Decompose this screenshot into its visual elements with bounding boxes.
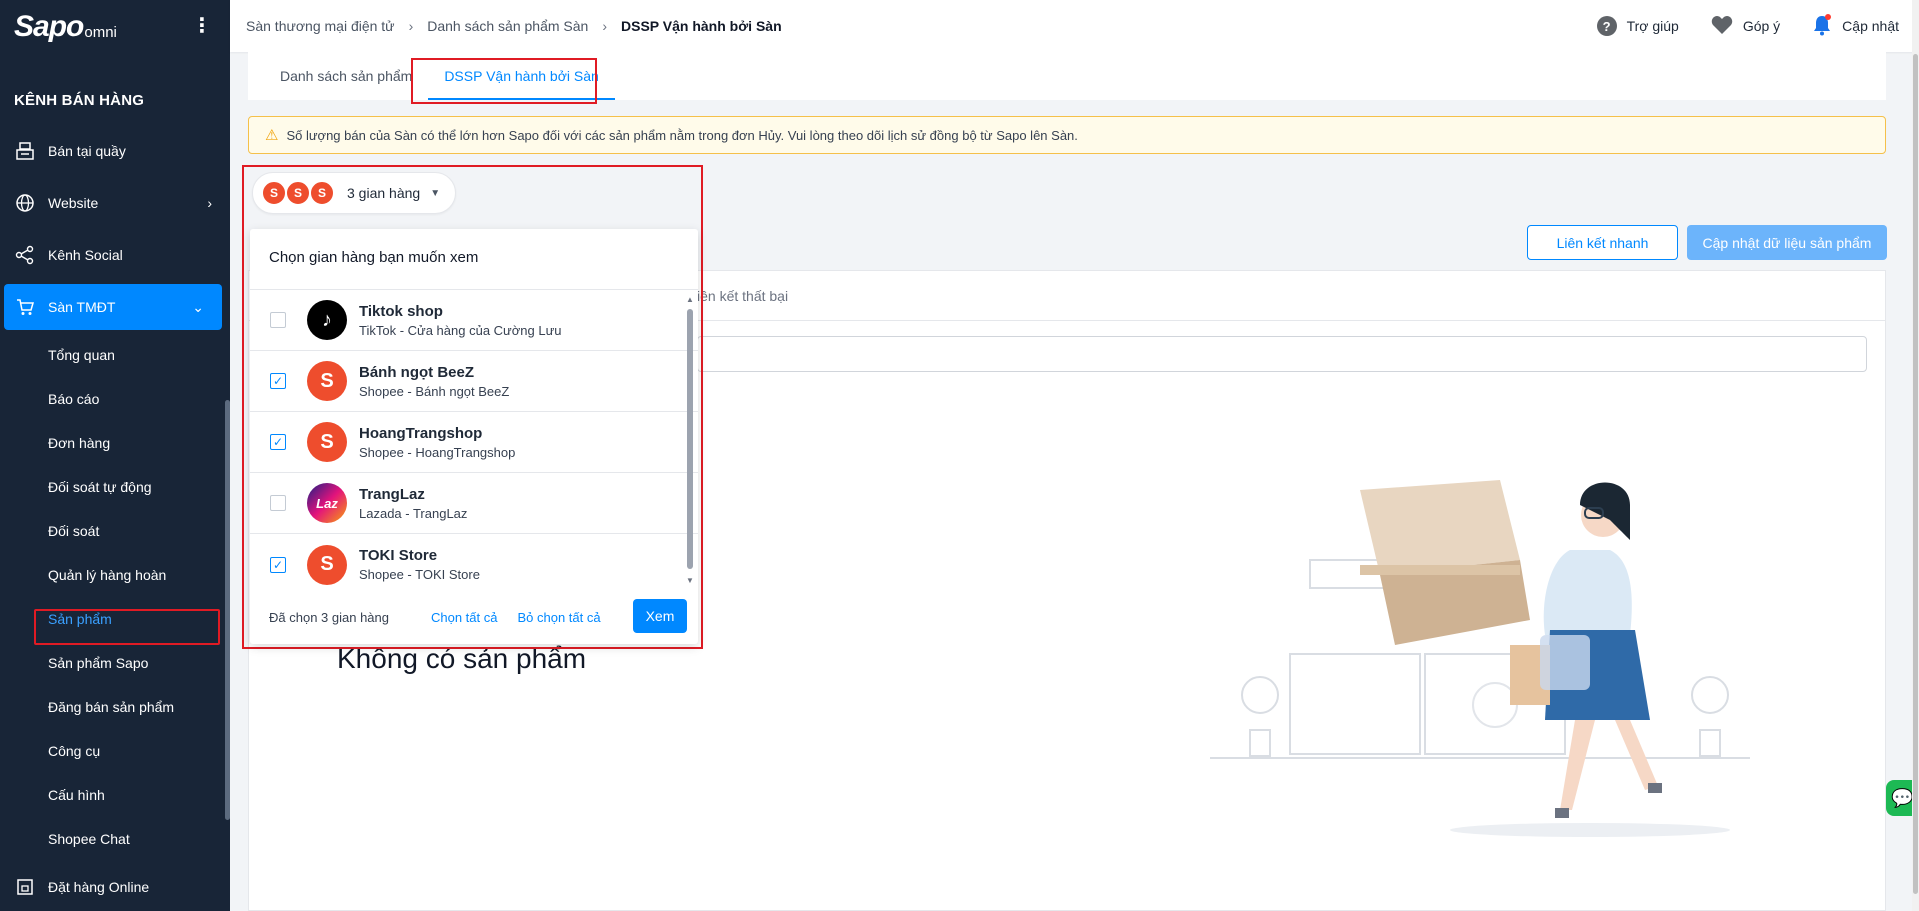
shopee-icon: S [261,180,287,206]
highlight-box-tab [411,58,597,104]
view-button[interactable]: Xem [633,599,687,633]
cart-icon [14,296,36,318]
globe-icon [14,192,36,214]
lazada-icon: Laz [307,483,347,523]
chevron-right-icon: › [602,18,608,34]
select-all-link[interactable]: Chọn tất cả [431,610,498,625]
store-item[interactable]: Laz TrangLaz Lazada - TrangLaz [250,473,698,534]
sidebar-sub-tools[interactable]: Công cụ [0,729,230,773]
breadcrumb-item[interactable]: Danh sách sản phẩm Sàn [427,18,588,34]
store-checkbox[interactable]: ✓ [270,434,286,450]
update-data-button[interactable]: Cập nhật dữ liệu sản phẩm [1687,225,1887,260]
sidebar: Sapo omni ⋮ KÊNH BÁN HÀNG Bán tại quầy W… [0,0,230,911]
help-link[interactable]: ? Trợ giúp [1596,16,1679,36]
page-scrollbar[interactable] [1912,0,1919,911]
scroll-thumb[interactable] [687,309,693,569]
store-item[interactable]: ✓ S HoangTrangshop Shopee - HoangTrangsh… [250,412,698,473]
store-checkbox[interactable] [270,495,286,511]
dropdown-footer: Đã chọn 3 gian hàng Chọn tất cả Bỏ chọn … [269,599,687,635]
sidebar-sub-orders[interactable]: Đơn hàng [0,421,230,465]
selected-count: Đã chọn 3 gian hàng [269,609,389,625]
dropdown-scrollbar[interactable]: ▲ ▼ [686,295,694,585]
heart-icon [1711,15,1733,38]
shopee-icon: S [307,544,347,585]
breadcrumb-item[interactable]: Sàn thương mại điện tử [246,18,395,34]
bell-icon [1812,13,1832,39]
sidebar-item-website[interactable]: Website › [0,177,230,229]
warning-icon: ⚠ [265,127,279,144]
sidebar-sub-sapo-products[interactable]: Sản phẩm Sapo [0,641,230,685]
store-checkbox[interactable] [270,312,286,328]
sidebar-item-social[interactable]: Kênh Social [0,229,230,281]
store-item[interactable]: ✓ S TOKI Store Shopee - TOKI Store [250,534,698,595]
caret-down-icon: ▼ [430,187,441,199]
topbar: Sàn thương mại điện tử › Danh sách sản p… [230,0,1919,52]
section-title: KÊNH BÁN HÀNG [14,92,145,109]
scroll-down-icon[interactable]: ▼ [686,576,694,585]
update-link[interactable]: Cập nhật [1812,13,1899,39]
tab-link-failed[interactable]: iên kết thất bại [697,288,788,304]
dropdown-title: Chọn gian hàng bạn muốn xem [269,249,479,266]
sidebar-sub-config[interactable]: Cấu hình [0,773,230,817]
sidebar-item-online-order[interactable]: Đặt hàng Online [0,861,230,911]
sidebar-sub-post-products[interactable]: Đăng bán sản phẩm [0,685,230,729]
sidebar-sub-report[interactable]: Báo cáo [0,377,230,421]
deselect-all-link[interactable]: Bỏ chọn tất cả [517,610,600,625]
breadcrumb: Sàn thương mại điện tử › Danh sách sản p… [246,18,782,34]
shopee-icon: S [307,361,347,401]
shopee-icon: S [307,422,347,462]
store-item[interactable]: ♪ Tiktok shop TikTok - Cửa hàng của Cườn… [250,290,698,351]
chevron-down-icon: ⌄ [192,298,204,315]
breadcrumb-current: DSSP Vận hành bởi Sàn [621,18,782,34]
sidebar-sub-shopee-chat[interactable]: Shopee Chat [0,817,230,861]
warning-banner: ⚠ Số lượng bán của Sàn có thể lớn hơn Sa… [248,116,1886,154]
store-checkbox[interactable]: ✓ [270,556,286,573]
store-icon [14,876,36,898]
help-icon: ? [1596,16,1617,36]
store-selector-chip[interactable]: S S S 3 gian hàng ▼ [252,172,456,214]
store-item[interactable]: ✓ S Bánh ngọt BeeZ Shopee - Bánh ngọt Be… [250,351,698,412]
store-checkbox[interactable]: ✓ [270,373,286,389]
sidebar-item-ecommerce[interactable]: Sàn TMĐT ⌄ [4,284,222,330]
page-scroll-thumb[interactable] [1913,54,1918,894]
highlight-box-products [34,609,220,645]
chevron-right-icon: › [408,18,414,34]
search-input[interactable] [697,336,1867,372]
sidebar-scrollbar[interactable] [225,400,230,820]
sidebar-sub-overview[interactable]: Tổng quan [0,333,230,377]
tab-product-list[interactable]: Danh sách sản phẩm [264,68,428,100]
store-list: ♪ Tiktok shop TikTok - Cửa hàng của Cườn… [250,289,698,589]
empty-illustration [1210,480,1750,837]
sidebar-sub-returns[interactable]: Quản lý hàng hoàn [0,553,230,597]
shopee-icon: S [285,180,311,206]
tiktok-icon: ♪ [307,300,347,340]
store-dropdown: Chọn gian hàng bạn muốn xem ♪ Tiktok sho… [250,229,698,644]
pos-icon [14,140,36,162]
more-vertical-icon[interactable]: ⋮ [192,16,212,36]
feedback-link[interactable]: Góp ý [1711,15,1780,38]
scroll-up-icon[interactable]: ▲ [686,295,694,304]
sidebar-sub-auto-reconcile[interactable]: Đối soát tự động [0,465,230,509]
share-icon [14,244,36,266]
logo[interactable]: Sapo omni ⋮ [0,0,230,54]
sidebar-item-pos[interactable]: Bán tại quầy [0,125,230,177]
sidebar-sub-reconcile[interactable]: Đối soát [0,509,230,553]
quick-link-button[interactable]: Liên kết nhanh [1527,225,1678,260]
shopee-icon: S [309,180,335,206]
chevron-right-icon: › [207,195,212,211]
